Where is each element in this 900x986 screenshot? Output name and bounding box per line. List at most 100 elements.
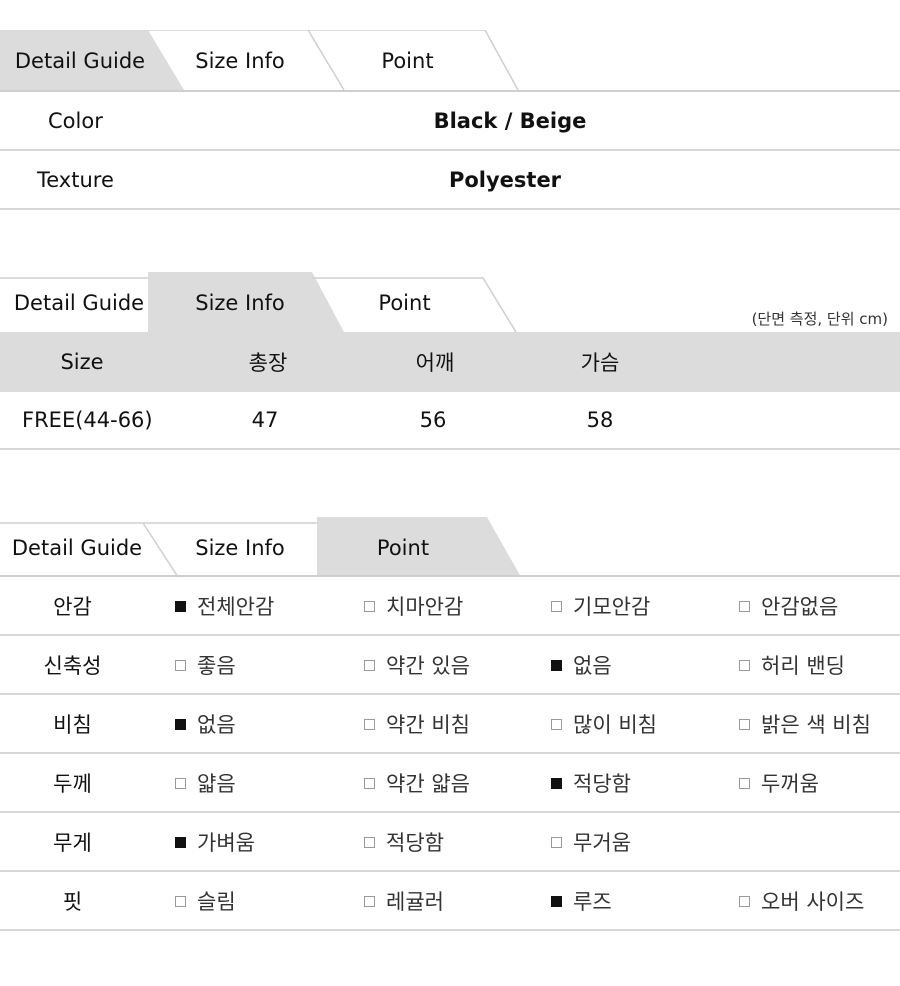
point-row-label: 무게: [53, 830, 92, 855]
unchecked-square-icon: [364, 896, 375, 907]
detail-value: Polyester: [448, 167, 562, 192]
point-option: 슬림: [175, 872, 236, 929]
checked-square-icon: [551, 660, 562, 671]
unchecked-square-icon: [364, 719, 375, 730]
detail-row-color: Color Black / Beige: [0, 92, 900, 151]
point-option: 적당함: [551, 754, 631, 811]
point-option: 약간 얇음: [364, 754, 470, 811]
size-header: Size: [60, 350, 104, 374]
point-row-label: 안감: [53, 594, 92, 619]
point-option-label: 약간 있음: [386, 653, 470, 678]
point-row: 안감 전체안감 치마안감 기모안감 안감없음: [0, 577, 900, 636]
point-option: 전체안감: [175, 577, 274, 634]
point-row: 핏 슬림 레귤러 루즈 오버 사이즈: [0, 872, 900, 931]
detail-guide-section: Detail Guide Size Info Point Color Black…: [0, 30, 900, 212]
point-option-label: 전체안감: [197, 594, 275, 619]
point-option-label: 많이 비침: [573, 712, 657, 737]
point-option-label: 슬림: [197, 889, 236, 914]
point-option-label: 두꺼움: [761, 771, 819, 796]
point-option-label: 적당함: [386, 830, 444, 855]
point-option: 기모안감: [551, 577, 650, 634]
unchecked-square-icon: [739, 601, 750, 612]
tab-detail-guide[interactable]: Detail Guide: [0, 272, 158, 334]
size-value: 56: [419, 408, 447, 432]
point-row: 두께 얇음 약간 얇음 적당함 두꺼움: [0, 754, 900, 813]
point-option: 없음: [551, 636, 612, 693]
point-option: 가벼움: [175, 813, 255, 870]
measurement-note: (단면 측정, 단위 cm): [751, 310, 888, 328]
point-option-label: 없음: [197, 712, 236, 737]
point-option: 밝은 색 비침: [739, 695, 871, 752]
checked-square-icon: [175, 601, 186, 612]
size-value: 47: [251, 408, 279, 432]
point-option: 안감없음: [739, 577, 838, 634]
size-value: FREE(44-66): [22, 408, 153, 432]
point-option: 좋음: [175, 636, 236, 693]
unchecked-square-icon: [175, 778, 186, 789]
detail-label: Texture: [37, 167, 114, 192]
detail-label: Color: [48, 108, 103, 133]
unchecked-square-icon: [551, 601, 562, 612]
unchecked-square-icon: [364, 778, 375, 789]
size-data-row: FREE(44-66) 47 56 58: [0, 392, 900, 450]
unchecked-square-icon: [364, 660, 375, 671]
point-option-label: 무거움: [573, 830, 631, 855]
checked-square-icon: [551, 778, 562, 789]
point-option-label: 안감없음: [761, 594, 839, 619]
unchecked-square-icon: [551, 719, 562, 730]
point-option-label: 약간 얇음: [386, 771, 470, 796]
point-option: 약간 있음: [364, 636, 470, 693]
point-option: 얇음: [175, 754, 236, 811]
size-header: 총장: [248, 351, 288, 375]
point-option: 허리 밴딩: [739, 636, 845, 693]
point-option-label: 루즈: [573, 889, 612, 914]
unchecked-square-icon: [739, 719, 750, 730]
point-row: 신축성 좋음 약간 있음 없음 허리 밴딩: [0, 636, 900, 695]
point-option-label: 없음: [573, 653, 612, 678]
tab-point[interactable]: Point: [320, 517, 486, 579]
point-option: 무거움: [551, 813, 631, 870]
tab-size-info[interactable]: Size Info: [160, 272, 320, 334]
unchecked-square-icon: [739, 778, 750, 789]
point-option-label: 치마안감: [386, 594, 464, 619]
detail-row-texture: Texture Polyester: [0, 151, 900, 210]
point-option-label: 밝은 색 비침: [761, 712, 871, 737]
point-option: 많이 비침: [551, 695, 657, 752]
point-option-label: 레귤러: [386, 889, 444, 914]
point-option-label: 기모안감: [573, 594, 651, 619]
point-option-label: 적당함: [573, 771, 631, 796]
unchecked-square-icon: [551, 837, 562, 848]
point-row: 무게 가벼움 적당함 무거움: [0, 813, 900, 872]
unchecked-square-icon: [175, 896, 186, 907]
checked-square-icon: [175, 719, 186, 730]
tab-point[interactable]: Point: [325, 30, 490, 92]
size-value: 58: [586, 408, 614, 432]
point-option: 없음: [175, 695, 236, 752]
unchecked-square-icon: [364, 837, 375, 848]
point-option-label: 허리 밴딩: [761, 653, 845, 678]
point-option-label: 좋음: [197, 653, 236, 678]
size-header: 어깨: [415, 351, 455, 375]
point-option-label: 오버 사이즈: [761, 889, 865, 914]
point-option: 약간 비침: [364, 695, 470, 752]
size-info-section: Detail Guide Size Info Point (단면 측정, 단위 …: [0, 272, 900, 454]
point-option-label: 가벼움: [197, 830, 255, 855]
point-option: 레귤러: [364, 872, 444, 929]
unchecked-square-icon: [364, 601, 375, 612]
point-option-label: 얇음: [197, 771, 236, 796]
point-section: Detail Guide Size Info Point 안감 전체안감 치마안감 기…: [0, 517, 900, 937]
point-option: 적당함: [364, 813, 444, 870]
unchecked-square-icon: [175, 660, 186, 671]
point-row: 비침 없음 약간 비침 많이 비침 밝은 색 비침: [0, 695, 900, 754]
point-option: 치마안감: [364, 577, 463, 634]
checked-square-icon: [551, 896, 562, 907]
tab-detail-guide[interactable]: Detail Guide: [0, 517, 154, 579]
point-row-label: 신축성: [43, 653, 102, 678]
unchecked-square-icon: [739, 896, 750, 907]
tab-point[interactable]: Point: [322, 272, 487, 334]
tab-detail-guide[interactable]: Detail Guide: [0, 30, 160, 92]
size-header-row: Size 총장 어깨 가슴: [0, 332, 900, 392]
size-header: 가슴: [580, 351, 620, 375]
tab-size-info[interactable]: Size Info: [160, 517, 320, 579]
tab-size-info[interactable]: Size Info: [160, 30, 320, 92]
